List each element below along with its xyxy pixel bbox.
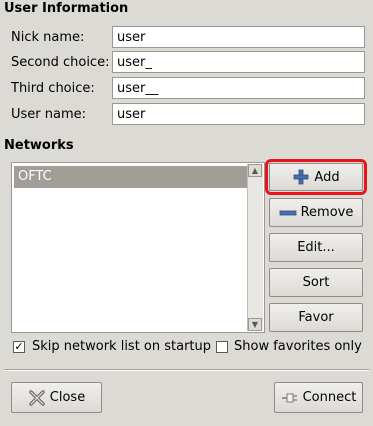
add-button-label: Add (314, 169, 340, 185)
third-choice-label: Third choice: (11, 81, 95, 96)
favor-button[interactable]: Favor (269, 303, 363, 332)
sort-button[interactable]: Sort (269, 268, 363, 297)
skip-network-list-label: Skip network list on startup (32, 339, 212, 354)
sort-button-label: Sort (302, 275, 330, 290)
network-list-item[interactable]: OFTC (14, 166, 262, 188)
plus-icon (294, 169, 309, 185)
nick-name-input[interactable]: user (112, 26, 365, 48)
edit-button[interactable]: Edit... (269, 233, 363, 262)
skip-network-list-checkbox[interactable]: ✓ (13, 341, 25, 353)
network-list[interactable]: OFTC ▲ ▼ (11, 162, 265, 333)
networks-title: Networks (4, 138, 74, 153)
close-icon (29, 389, 45, 406)
add-button[interactable]: Add (265, 159, 367, 195)
close-button-label: Close (49, 390, 86, 405)
user-name-label: User name: (11, 107, 87, 122)
edit-button-label: Edit... (297, 240, 335, 255)
second-choice-label: Second choice: (11, 55, 110, 70)
remove-button-label: Remove (300, 205, 354, 220)
connect-button[interactable]: Connect (274, 382, 363, 413)
user-name-input[interactable]: user (112, 103, 365, 125)
favor-button-label: Favor (298, 310, 334, 325)
network-list-scrollbar[interactable]: ▲ ▼ (247, 164, 263, 331)
remove-button[interactable]: Remove (269, 198, 363, 227)
show-favorites-label: Show favorites only (234, 339, 362, 354)
scroll-down-icon[interactable]: ▼ (248, 318, 262, 331)
close-button[interactable]: Close (11, 382, 102, 413)
user-info-title: User Information (4, 1, 129, 16)
separator (4, 369, 369, 371)
connect-plug-icon (281, 393, 297, 402)
second-choice-input[interactable]: user_ (112, 51, 365, 73)
connect-button-label: Connect (302, 390, 357, 405)
scroll-up-icon[interactable]: ▲ (248, 164, 262, 177)
nick-name-label: Nick name: (11, 30, 85, 45)
third-choice-input[interactable]: user__ (112, 77, 365, 99)
show-favorites-checkbox[interactable] (216, 341, 228, 353)
minus-icon (279, 210, 297, 215)
